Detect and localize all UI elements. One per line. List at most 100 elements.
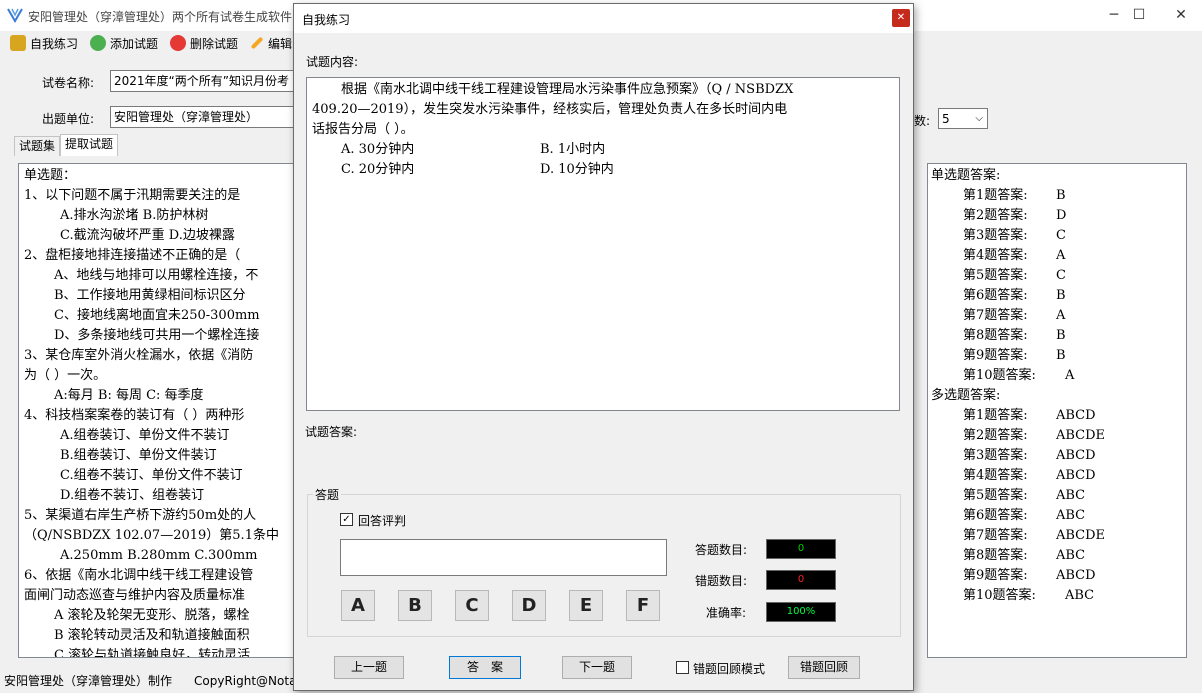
grade-checkbox[interactable]: ✓ — [340, 513, 353, 526]
question-text-line: D、多条接地线可共用一个螺栓连接 — [54, 328, 260, 343]
question-content-box[interactable]: 根据《南水北调中线干线工程建设管理局水污染事件应急预案》（Q / NSBDZX … — [306, 77, 900, 411]
question-text-line: B.组卷装订、单份文件装订 — [60, 448, 217, 463]
answer-item-label: 第10题答案: — [963, 368, 1036, 383]
question-text-line: B 滚轮转动灵活及和轨道接触面积 — [54, 628, 250, 643]
paper-name-input[interactable]: 2021年度“两个所有”知识月份考 — [110, 70, 295, 92]
question-text-line: 3、某仓库室外消火栓漏水，依据《消防 — [24, 348, 254, 363]
answer-item-value: ABCD — [1056, 448, 1096, 463]
maximize-button[interactable]: ☐ — [1119, 4, 1159, 26]
answer-item-label: 第7题答案: — [963, 308, 1028, 323]
answer-d-button[interactable]: D — [512, 590, 546, 621]
answer-item-value: ABCD — [1056, 408, 1096, 423]
answer-item-value: ABCD — [1056, 468, 1096, 483]
answers-text-area[interactable]: 单选题答案: 第1题答案: B 第2题答案: D 第3题答案: C 第4题答案: A 第5题答案:… — [927, 163, 1187, 658]
question-text-line: 6、依据《南水北调中线干线工程建设管 — [24, 568, 254, 583]
count-select[interactable]: 5 ⌵ — [938, 108, 988, 129]
answer-item-value: ABC — [1056, 548, 1086, 563]
answer-item-label: 第2题答案: — [963, 428, 1028, 443]
option-a: A. 30分钟内 — [341, 142, 415, 157]
toolbar-edit-button[interactable]: 编辑 — [250, 33, 292, 53]
answer-item-label: 第3题答案: — [963, 448, 1028, 463]
toolbar-delete-label: 删除试题 — [190, 36, 239, 51]
question-text-line: 4、科技档案案卷的装订有（ ）两种形 — [24, 408, 245, 423]
question-text-line: 2、盘柜接地排连接描述不正确的是（ — [24, 248, 241, 263]
question-text-line: A、地线与地排可以用螺栓连接，不 — [54, 268, 259, 283]
tab-question-set[interactable]: 试题集 — [14, 136, 61, 156]
question-text-line: 1、以下问题不属于汛期需要关注的是 — [24, 188, 241, 203]
delete-icon — [170, 35, 186, 51]
question-text-line: （Q/NSBDZX 102.07—2019）第5.1条中 — [24, 528, 279, 543]
option-c: C. 20分钟内 — [341, 162, 415, 177]
question-text-line: C 滚轮与轨道接触良好，转动灵活 — [54, 648, 251, 658]
next-question-button[interactable]: 下一题 — [562, 656, 632, 679]
answer-item-value: D — [1056, 208, 1067, 223]
answer-item-label: 第4题答案: — [963, 248, 1028, 263]
question-text-line: A 滚轮及轮架无变形、脱落，螺栓 — [54, 608, 250, 623]
practice-dialog: 自我练习 ✕ 试题内容: 根据《南水北调中线干线工程建设管理局水污染事件应急预案… — [293, 3, 914, 691]
answer-item-label: 第9题答案: — [963, 568, 1028, 583]
answered-count-display: 0 — [766, 539, 836, 559]
answer-item-label: 第8题答案: — [963, 548, 1028, 563]
status-unit: 安阳管理处（穿漳管理处）制作 — [4, 674, 173, 688]
status-bar: 安阳管理处（穿漳管理处）制作 CopyRight@Nota — [0, 670, 300, 693]
count-value: 5 — [942, 112, 950, 126]
count-label: 数: — [914, 114, 931, 128]
unit-label: 出题单位: — [42, 112, 95, 126]
question-text-line: A.排水沟淤堵 B.防护林树 — [60, 208, 209, 223]
content-label: 试题内容: — [306, 55, 359, 69]
chevron-down-icon: ⌵ — [975, 113, 983, 124]
answer-item-label: 第9题答案: — [963, 348, 1028, 363]
answer-item-label: 第5题答案: — [963, 268, 1028, 283]
dialog-title: 自我练习 — [302, 13, 351, 27]
app-title: 安阳管理处（穿漳管理处）两个所有试卷生成软件 — [28, 10, 293, 24]
answer-item-value: ABC — [1056, 508, 1086, 523]
toolbar-delete-button[interactable]: 删除试题 — [170, 33, 238, 53]
answer-c-button[interactable]: C — [455, 590, 489, 621]
toolbar-edit-label: 编辑 — [268, 36, 293, 51]
answer-item-value: A — [1065, 368, 1075, 383]
answer-e-button[interactable]: E — [569, 590, 603, 621]
dialog-close-button[interactable]: ✕ — [892, 9, 910, 27]
review-mode-checkbox[interactable] — [676, 661, 689, 674]
questions-text-area[interactable]: 单选题： 1、以下问题不属于汛期需要关注的是 A.排水沟淤堵 B.防护林树 C.截流沟… — [18, 163, 318, 658]
prev-question-button[interactable]: 上一题 — [334, 656, 404, 679]
question-text-line: 单选题： — [24, 168, 77, 183]
toolbar-practice-label: 自我练习 — [30, 36, 79, 51]
practice-icon — [10, 35, 26, 51]
tab-extract-questions[interactable]: 提取试题 — [60, 134, 119, 156]
answer-item-value: B — [1056, 348, 1066, 363]
answer-b-button[interactable]: B — [398, 590, 432, 621]
answer-input[interactable] — [340, 539, 667, 576]
answer-f-button[interactable]: F — [626, 590, 660, 621]
question-text-line: A.组卷装订、单份文件不装订 — [60, 428, 230, 443]
review-wrong-button[interactable]: 错题回顾 — [788, 656, 860, 679]
toolbar-add-button[interactable]: 添加试题 — [90, 33, 158, 53]
unit-input[interactable]: 安阳管理处（穿漳管理处） — [110, 106, 295, 128]
option-b: B. 1小时内 — [540, 142, 606, 157]
review-mode-label: 错题回顾模式 — [693, 662, 766, 676]
question-text-line: C、接地线离地面宜未250-300mm — [54, 308, 260, 323]
answer-item-value: B — [1056, 188, 1066, 203]
status-copyright: CopyRight@Nota — [194, 674, 297, 688]
answer-item-value: C — [1056, 268, 1066, 283]
answer-item-value: ABC — [1065, 588, 1095, 603]
close-window-button[interactable]: ✕ — [1161, 4, 1201, 26]
multi-choice-answers-header: 多选题答案: — [931, 388, 1001, 403]
question-line: 话报告分局（ ）。 — [312, 122, 414, 137]
question-text-line: B、工作接地用黄绿相间标识区分 — [54, 288, 246, 303]
answer-item-label: 第10题答案: — [963, 588, 1036, 603]
answer-item-label: 第2题答案: — [963, 208, 1028, 223]
question-text-line: A.250mm B.280mm C.300mm — [60, 548, 258, 563]
show-answer-button[interactable]: 答 案 — [449, 656, 521, 679]
answer-item-label: 第6题答案: — [963, 508, 1028, 523]
question-text-line: 5、某渠道右岸生产桥下游约50m处的人 — [24, 508, 257, 523]
answer-item-value: ABCDE — [1056, 428, 1106, 443]
toolbar-practice-button[interactable]: 自我练习 — [10, 33, 78, 53]
answer-item-value: B — [1056, 328, 1066, 343]
answer-a-button[interactable]: A — [341, 590, 375, 621]
wrong-count-label: 错题数目: — [695, 574, 748, 588]
answer-item-label: 第3题答案: — [963, 228, 1028, 243]
paper-name-label: 试卷名称: — [42, 76, 95, 90]
answer-label: 试题答案: — [305, 425, 358, 439]
question-text-line: 面闸门动态巡查与维护内容及质量标准 — [24, 588, 246, 603]
